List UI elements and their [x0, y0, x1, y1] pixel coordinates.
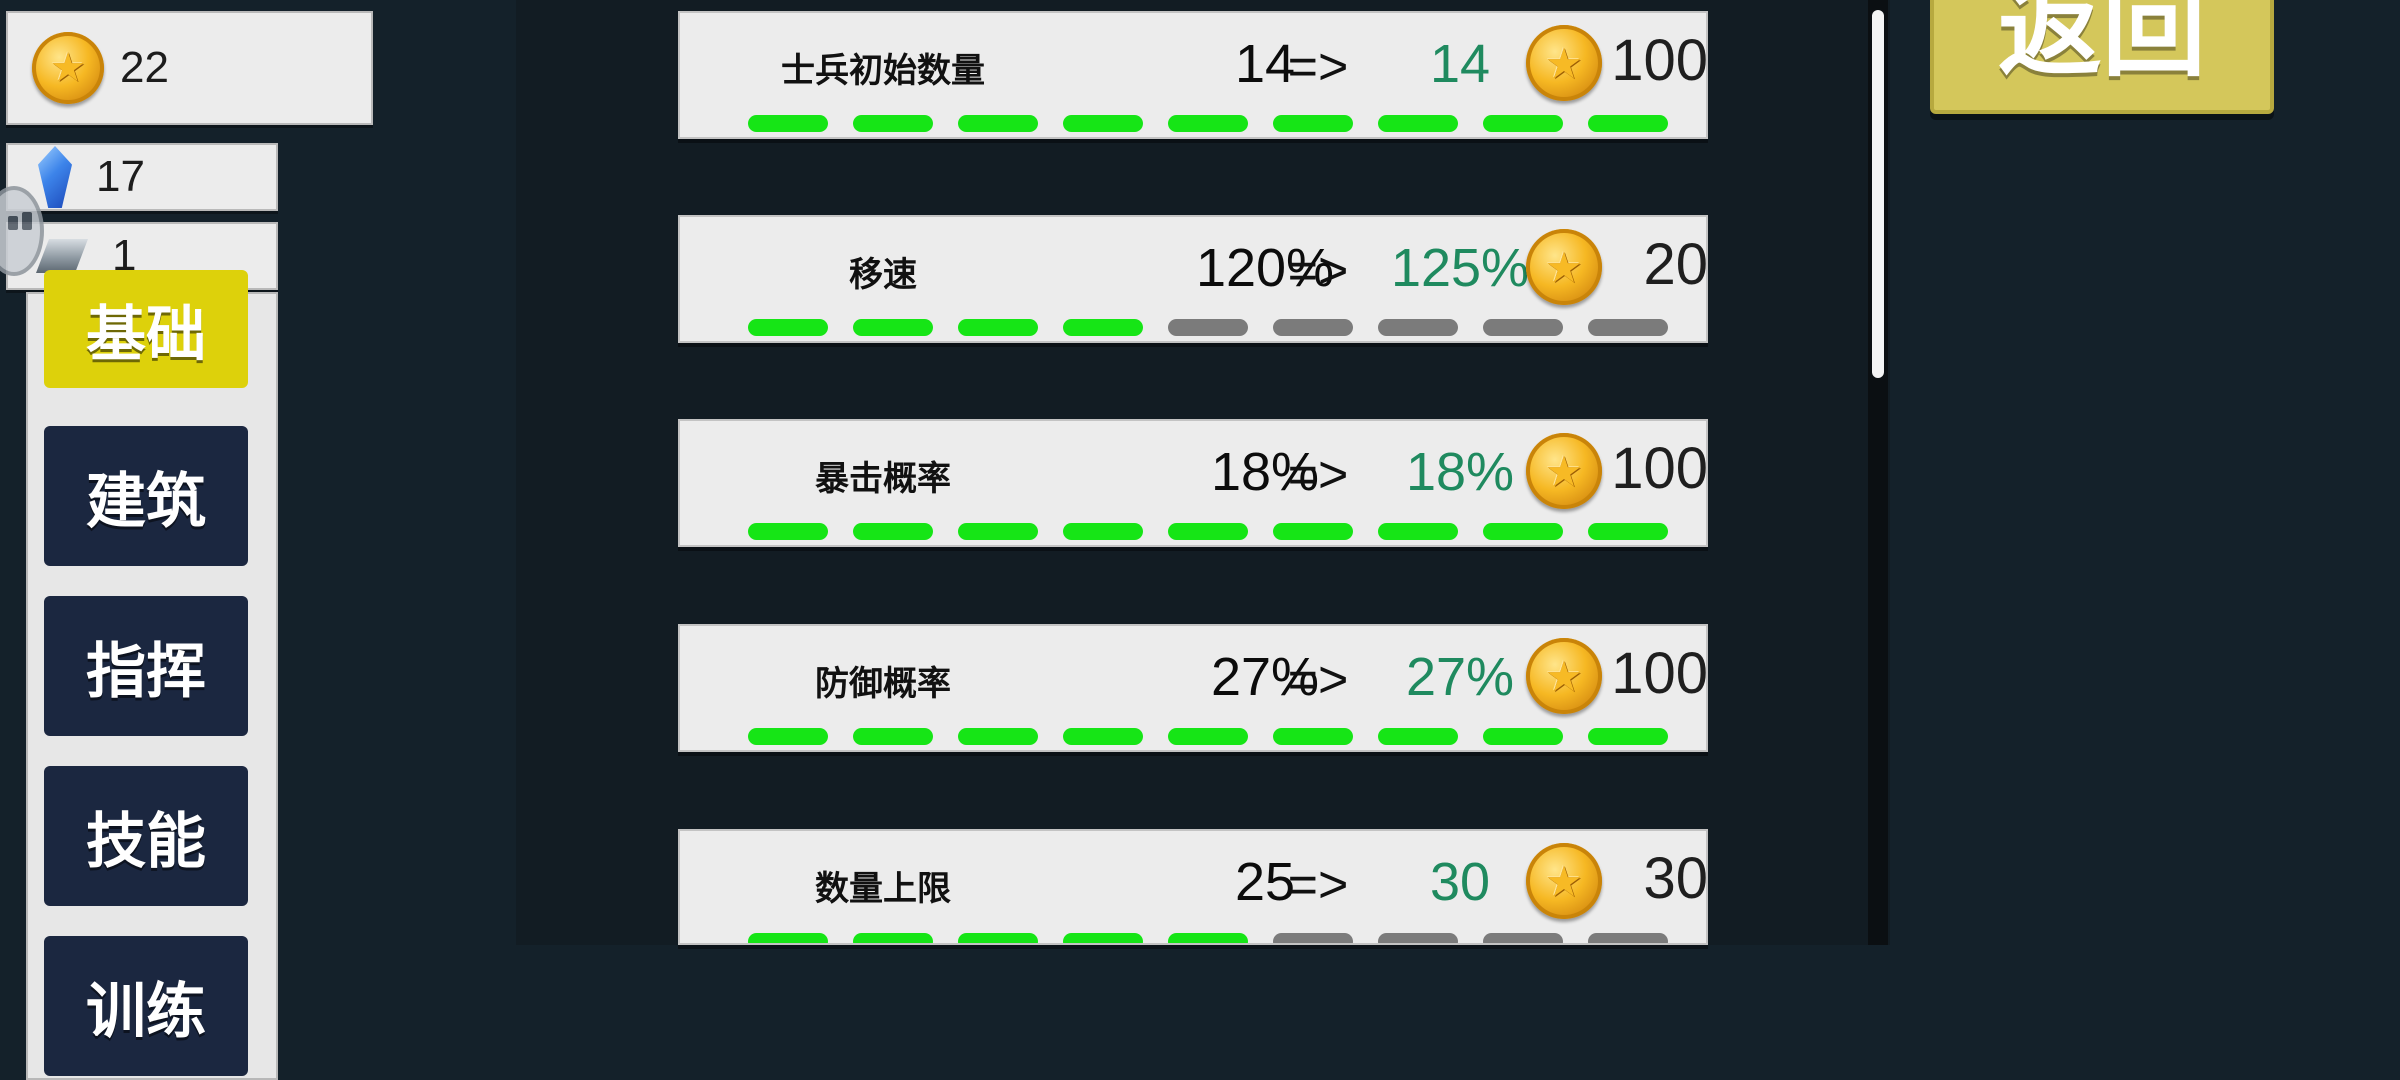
level-bar-filled — [958, 319, 1038, 336]
level-bars — [748, 115, 1668, 132]
back-button[interactable]: 返回 — [1930, 0, 2274, 114]
level-bar-filled — [958, 115, 1038, 132]
level-bar-filled — [853, 319, 933, 336]
level-bars — [748, 933, 1668, 943]
level-bar-filled — [1168, 523, 1248, 540]
level-bar-filled — [1588, 523, 1668, 540]
upgrade-cost[interactable]: 30 — [1600, 845, 1706, 912]
gold-coin-icon[interactable] — [1526, 638, 1602, 714]
gold-amount: 22 — [120, 43, 169, 92]
level-bar-filled — [748, 728, 828, 745]
level-bar-filled — [1378, 115, 1458, 132]
upgrade-row: 防御概率 27% => 27% 100 — [678, 624, 1708, 752]
level-bar-filled — [1483, 523, 1563, 540]
upgrade-name: 暴击概率 — [815, 459, 951, 499]
gold-coin-icon[interactable] — [1526, 433, 1602, 509]
level-bar-empty — [1378, 933, 1458, 943]
upgrade-row: 移速 120% => 125% 20 — [678, 215, 1708, 343]
tab-basic[interactable]: 基础 — [44, 270, 248, 388]
level-bar-filled — [1483, 728, 1563, 745]
upgrade-row: 士兵初始数量 14 => 14 100 — [678, 11, 1708, 139]
level-bar-filled — [1273, 115, 1353, 132]
level-bar-filled — [1063, 728, 1143, 745]
level-bar-empty — [1273, 319, 1353, 336]
level-bar-empty — [1168, 319, 1248, 336]
level-bar-filled — [1063, 319, 1143, 336]
level-bar-filled — [853, 115, 933, 132]
gold-coin-icon[interactable] — [1526, 25, 1602, 101]
level-bar-empty — [1588, 319, 1668, 336]
tab-skill[interactable]: 技能 — [44, 766, 248, 906]
upgrade-cost[interactable]: 100 — [1600, 435, 1706, 502]
level-bar-filled — [1063, 933, 1143, 943]
level-bar-filled — [748, 933, 828, 943]
level-bar-filled — [1168, 933, 1248, 943]
level-bar-empty — [1378, 319, 1458, 336]
scrollbar-thumb[interactable] — [1872, 10, 1884, 378]
level-bar-filled — [1588, 728, 1668, 745]
level-bar-filled — [748, 523, 828, 540]
upgrade-name: 士兵初始数量 — [781, 51, 985, 91]
level-bar-empty — [1483, 933, 1563, 943]
level-bar-filled — [958, 933, 1038, 943]
level-bar-filled — [748, 319, 828, 336]
upgrade-name: 移速 — [849, 255, 917, 295]
upgrade-name: 数量上限 — [815, 869, 951, 909]
scrollbar[interactable] — [1868, 0, 1888, 945]
gold-coin-icon — [32, 32, 104, 104]
upgrade-row: 数量上限 25 => 30 30 — [678, 829, 1708, 945]
level-bars — [748, 728, 1668, 745]
blue-gem-icon — [38, 146, 72, 208]
level-bars — [748, 523, 1668, 540]
level-bar-filled — [1063, 523, 1143, 540]
category-panel: 基础 建筑 指挥 技能 训练 — [26, 270, 278, 1080]
gold-coin-icon[interactable] — [1526, 843, 1602, 919]
tab-training[interactable]: 训练 — [44, 936, 248, 1076]
gem-counter: 17 — [6, 143, 278, 211]
tab-building[interactable]: 建筑 — [44, 426, 248, 566]
level-bar-filled — [1378, 728, 1458, 745]
upgrade-name: 防御概率 — [815, 664, 951, 704]
upgrade-row: 暴击概率 18% => 18% 100 — [678, 419, 1708, 547]
level-bar-filled — [1168, 115, 1248, 132]
level-bar-filled — [958, 523, 1038, 540]
level-bar-filled — [748, 115, 828, 132]
level-bar-filled — [1378, 523, 1458, 540]
level-bar-filled — [853, 523, 933, 540]
level-bar-filled — [1063, 115, 1143, 132]
level-bar-filled — [1588, 115, 1668, 132]
upgrade-cost[interactable]: 100 — [1600, 27, 1706, 94]
tab-command[interactable]: 指挥 — [44, 596, 248, 736]
level-bar-filled — [1483, 115, 1563, 132]
upgrade-cost[interactable]: 100 — [1600, 640, 1706, 707]
level-bar-empty — [1273, 933, 1353, 943]
back-button-label: 返回 — [1997, 0, 2206, 91]
gold-coin-icon[interactable] — [1526, 229, 1602, 305]
iron-ingot-icon — [36, 239, 88, 273]
gem-amount: 17 — [96, 152, 145, 201]
level-bar-filled — [1168, 728, 1248, 745]
level-bars — [748, 319, 1668, 336]
level-bar-filled — [958, 728, 1038, 745]
level-bar-empty — [1588, 933, 1668, 943]
gold-counter: 22 — [6, 11, 373, 125]
level-bar-filled — [1273, 728, 1353, 745]
level-bar-filled — [853, 933, 933, 943]
level-bar-filled — [1273, 523, 1353, 540]
upgrade-cost[interactable]: 20 — [1600, 231, 1706, 298]
level-bar-empty — [1483, 319, 1563, 336]
level-bar-filled — [853, 728, 933, 745]
